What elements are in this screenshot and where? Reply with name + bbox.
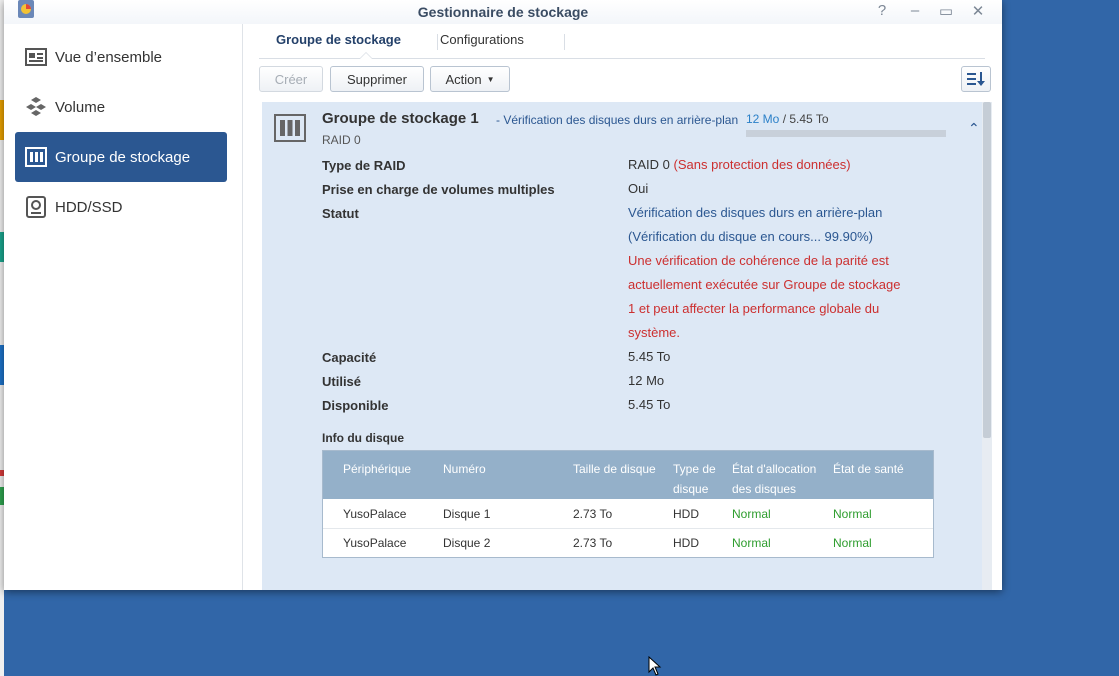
column-header-allocation[interactable]: État d'allocation des disques (732, 459, 816, 499)
scrollbar-thumb[interactable] (983, 102, 991, 438)
sidebar: Vue d’ensemble Volume Groupe de stockage… (4, 24, 243, 590)
available-value: 5.45 To (628, 397, 671, 412)
close-icon[interactable]: ✕ (968, 2, 988, 20)
sort-icon (967, 72, 985, 86)
status-label: Statut (322, 206, 359, 221)
cell-device: YusoPalace (343, 536, 407, 550)
tab-divider (437, 34, 438, 50)
pool-title: Groupe de stockage 1 (322, 110, 479, 127)
column-header-type-line1: Type de (673, 462, 716, 476)
pool-usage: 12 Mo / 5.45 To (746, 112, 829, 126)
window-title: Gestionnaire de stockage (417, 4, 589, 20)
used-label: Utilisé (322, 374, 362, 389)
sidebar-item-storage-pool[interactable]: Groupe de stockage (15, 132, 227, 182)
minimize-icon[interactable]: – (905, 2, 925, 19)
cell-number: Disque 2 (443, 536, 491, 550)
delete-button[interactable]: Supprimer (330, 66, 424, 92)
active-tab-indicator (359, 52, 373, 59)
storage-pool-panel: Groupe de stockage 1 - Vérification des … (262, 102, 992, 590)
status-progress-line: (Vérification du disque en cours... 99.9… (628, 229, 873, 244)
pool-raid-type: RAID 0 (322, 133, 361, 147)
raid-type-value: RAID 0 (Sans protection des données) (628, 153, 851, 177)
create-button[interactable]: Créer (259, 66, 323, 92)
column-header-type-line2: disque (673, 482, 709, 496)
cell-device: YusoPalace (343, 507, 407, 521)
raid-type-text: RAID 0 (628, 157, 670, 172)
sort-button[interactable] (961, 66, 991, 92)
capacity-label: Capacité (322, 350, 377, 365)
column-header-type[interactable]: Type de disque (673, 459, 716, 499)
main-content: Groupe de stockage Configurations Créer … (243, 24, 1002, 590)
status-warning-line: 1 et peut affecter la performance global… (628, 301, 880, 316)
used-value: 12 Mo (628, 373, 665, 388)
status-warning-line: Une vérification de cohérence de la pari… (628, 253, 889, 268)
status-line: Vérification des disques durs en arrière… (628, 205, 883, 220)
disk-table: Périphérique Numéro Taille de disque Typ… (322, 450, 934, 558)
multi-volume-value: Oui (628, 181, 649, 196)
sidebar-item-label: Vue d’ensemble (55, 48, 163, 66)
column-header-number[interactable]: Numéro (443, 459, 486, 479)
tab-storage-pool[interactable]: Groupe de stockage (276, 32, 401, 47)
pool-status-suffix: - Vérification des disques durs en arriè… (496, 113, 739, 127)
status-value: Vérification des disques durs en arrière… (628, 201, 900, 345)
maximize-icon[interactable]: ▭ (936, 2, 956, 20)
multi-volume-label: Prise en charge de volumes multiples (322, 182, 555, 197)
cell-health: Normal (833, 507, 872, 521)
sidebar-item-volume[interactable]: Volume (15, 82, 227, 132)
storage-pool-icon (274, 114, 306, 142)
cell-health: Normal (833, 536, 872, 550)
column-header-allocation-line2: des disques (732, 482, 797, 496)
tab-bar: Groupe de stockage Configurations (259, 24, 985, 59)
volume-icon (25, 96, 47, 118)
tab-configurations[interactable]: Configurations (440, 32, 524, 47)
pool-usage-separator: / (779, 112, 790, 126)
action-label: Action (445, 71, 482, 87)
title-bar: Gestionnaire de stockage ? – ▭ ✕ (4, 0, 1002, 24)
cell-type: HDD (673, 536, 699, 550)
overview-icon (25, 46, 47, 68)
cell-allocation: Normal (732, 536, 771, 550)
tab-divider (564, 34, 565, 50)
table-row[interactable]: YusoPalace Disque 1 2.73 To HDD Normal N… (323, 499, 933, 529)
sidebar-item-overview[interactable]: Vue d’ensemble (15, 32, 227, 82)
sidebar-item-label: Groupe de stockage (55, 148, 191, 166)
table-row[interactable]: YusoPalace Disque 2 2.73 To HDD Normal N… (323, 528, 933, 557)
cell-size: 2.73 To (573, 507, 613, 521)
column-header-allocation-line1: État d'allocation (732, 462, 817, 476)
storage-manager-window: Gestionnaire de stockage ? – ▭ ✕ Vue d’e… (4, 0, 1002, 590)
status-warning-line: actuellement exécutée sur Groupe de stoc… (628, 277, 901, 292)
disk-info-title: Info du disque (322, 431, 404, 445)
status-warning-line: système. (628, 325, 681, 340)
column-header-device[interactable]: Périphérique (343, 459, 411, 479)
pool-used-value: 12 Mo (746, 112, 780, 126)
capacity-value: 5.45 To (628, 349, 671, 364)
column-header-size[interactable]: Taille de disque (573, 459, 656, 479)
hdd-icon (25, 196, 47, 218)
sidebar-item-label: HDD/SSD (55, 198, 123, 216)
caret-down-icon: ▼ (486, 74, 495, 84)
action-dropdown-button[interactable]: Action ▼ (430, 66, 510, 92)
cell-number: Disque 1 (443, 507, 491, 521)
mouse-cursor-icon (648, 656, 662, 676)
cell-type: HDD (673, 507, 699, 521)
sidebar-item-hdd-ssd[interactable]: HDD/SSD (15, 182, 227, 232)
usage-bar (746, 130, 946, 137)
cell-size: 2.73 To (573, 536, 613, 550)
pool-total-value: 5.45 To (789, 112, 829, 126)
storage-pool-icon (25, 146, 47, 168)
chevron-up-icon[interactable]: ⌃ (968, 120, 980, 137)
scrollbar[interactable] (982, 102, 992, 590)
cell-allocation: Normal (732, 507, 771, 521)
column-header-health[interactable]: État de santé (833, 459, 904, 479)
available-label: Disponible (322, 398, 389, 413)
help-icon[interactable]: ? (872, 2, 892, 19)
sidebar-item-label: Volume (55, 98, 106, 116)
table-header: Périphérique Numéro Taille de disque Typ… (323, 451, 933, 499)
raid-type-warning: (Sans protection des données) (673, 157, 851, 172)
raid-type-label: Type de RAID (322, 158, 406, 173)
